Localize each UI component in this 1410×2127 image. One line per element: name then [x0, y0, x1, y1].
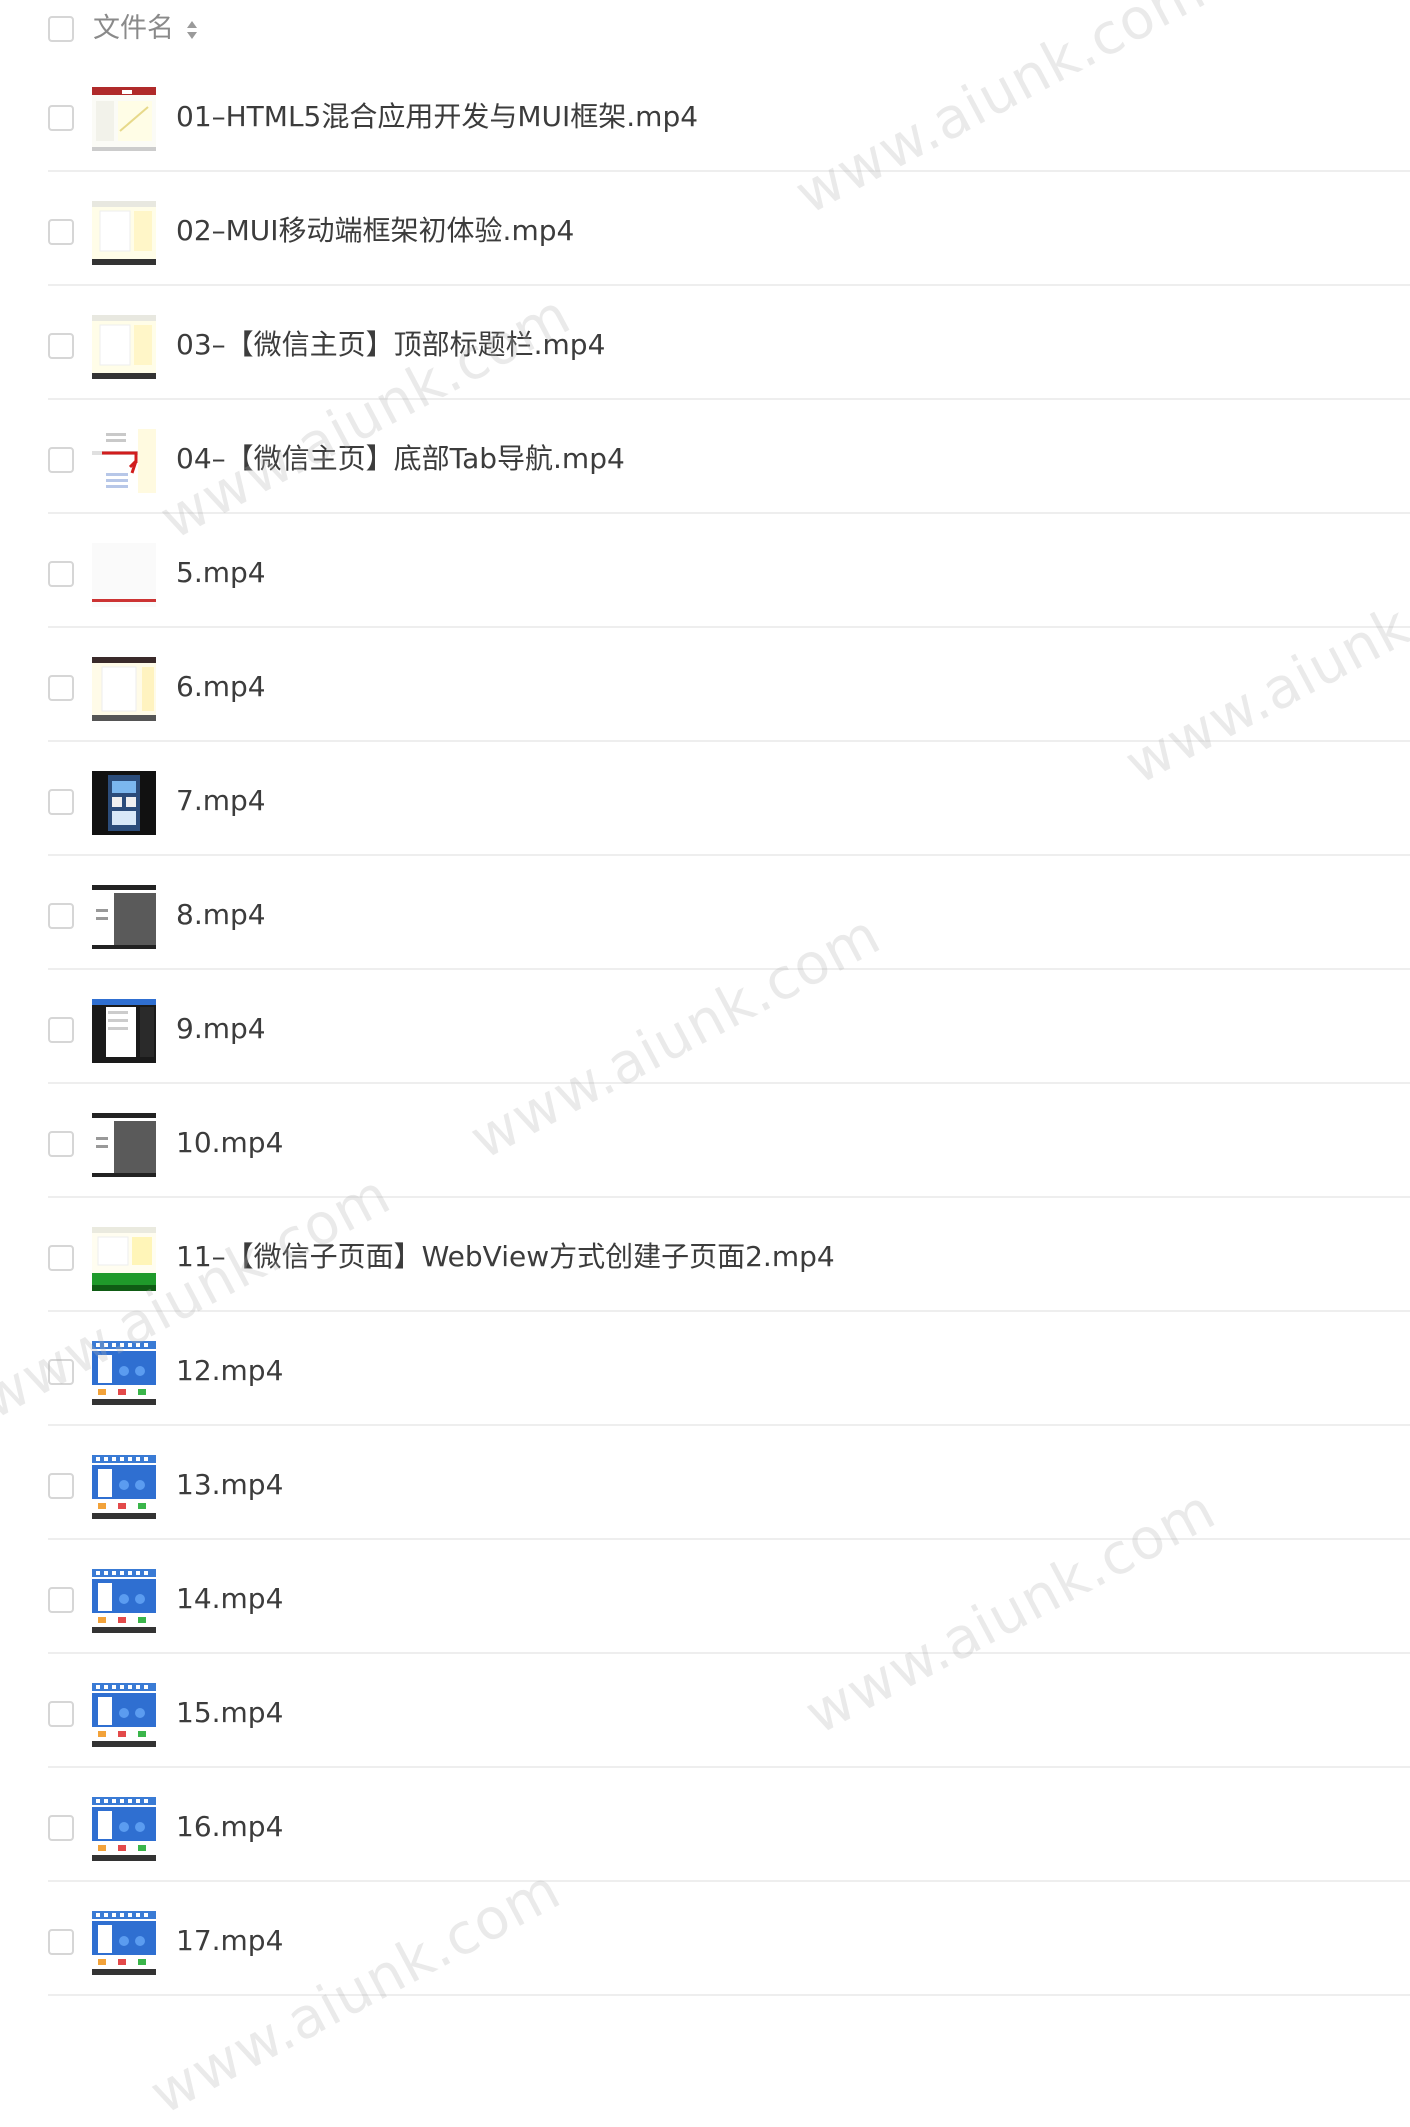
file-row[interactable]: 12.mp4 [48, 1312, 1410, 1426]
file-row[interactable]: 17.mp4 [48, 1882, 1410, 1996]
file-name[interactable]: 13.mp4 [176, 1467, 283, 1503]
file-name[interactable]: 12.mp4 [176, 1353, 283, 1389]
video-thumbnail[interactable] [92, 315, 156, 379]
file-checkbox[interactable] [48, 789, 74, 815]
file-name[interactable]: 10.mp4 [176, 1125, 283, 1161]
video-thumbnail[interactable] [92, 1911, 156, 1975]
file-name[interactable]: 9.mp4 [176, 1011, 266, 1047]
file-row[interactable]: 11–【微信子页面】WebView方式创建子页面2.mp4 [48, 1198, 1410, 1312]
file-name[interactable]: 16.mp4 [176, 1809, 283, 1845]
video-thumbnail[interactable] [92, 1455, 156, 1519]
video-thumbnail[interactable] [92, 999, 156, 1063]
video-thumbnail[interactable] [92, 885, 156, 949]
file-name[interactable]: 03–【微信主页】顶部标题栏.mp4 [176, 327, 605, 363]
list-header: 文件名 [0, 0, 1410, 58]
file-row[interactable]: 6.mp4 [48, 628, 1410, 742]
video-thumbnail[interactable] [92, 87, 156, 151]
file-list: 文件名 01–HTML5混合应用开发与MUI框架.mp4 02–MUI移动端框架初… [0, 0, 1410, 1996]
file-row[interactable]: 7.mp4 [48, 742, 1410, 856]
file-checkbox[interactable] [48, 447, 74, 473]
file-row[interactable]: 13.mp4 [48, 1426, 1410, 1540]
video-thumbnail[interactable] [92, 1113, 156, 1177]
file-name[interactable]: 7.mp4 [176, 783, 266, 819]
file-checkbox[interactable] [48, 1359, 74, 1385]
file-checkbox[interactable] [48, 1245, 74, 1271]
column-header-filename[interactable]: 文件名 [93, 11, 174, 47]
file-name[interactable]: 01–HTML5混合应用开发与MUI框架.mp4 [176, 99, 698, 135]
sort-icon[interactable] [185, 18, 199, 42]
video-thumbnail[interactable] [92, 201, 156, 265]
file-row[interactable]: 02–MUI移动端框架初体验.mp4 [48, 172, 1410, 286]
file-row[interactable]: 16.mp4 [48, 1768, 1410, 1882]
file-checkbox[interactable] [48, 561, 74, 587]
file-checkbox[interactable] [48, 333, 74, 359]
file-checkbox[interactable] [48, 903, 74, 929]
file-rows: 01–HTML5混合应用开发与MUI框架.mp4 02–MUI移动端框架初体验.m… [0, 58, 1410, 1996]
file-row[interactable]: 14.mp4 [48, 1540, 1410, 1654]
file-name[interactable]: 17.mp4 [176, 1923, 283, 1959]
file-name[interactable]: 6.mp4 [176, 669, 266, 705]
video-thumbnail[interactable] [92, 1797, 156, 1861]
file-row[interactable]: 04–【微信主页】底部Tab导航.mp4 [48, 400, 1410, 514]
video-thumbnail[interactable] [92, 1569, 156, 1633]
file-row[interactable]: 03–【微信主页】顶部标题栏.mp4 [48, 286, 1410, 400]
video-thumbnail[interactable] [92, 1341, 156, 1405]
video-thumbnail[interactable] [92, 1683, 156, 1747]
file-name[interactable]: 11–【微信子页面】WebView方式创建子页面2.mp4 [176, 1239, 835, 1275]
video-thumbnail[interactable] [92, 429, 156, 493]
file-checkbox[interactable] [48, 1587, 74, 1613]
file-name[interactable]: 04–【微信主页】底部Tab导航.mp4 [176, 441, 625, 477]
file-row[interactable]: 10.mp4 [48, 1084, 1410, 1198]
video-thumbnail[interactable] [92, 1227, 156, 1291]
file-checkbox[interactable] [48, 105, 74, 131]
select-all-checkbox[interactable] [48, 16, 74, 42]
file-checkbox[interactable] [48, 1929, 74, 1955]
file-checkbox[interactable] [48, 1473, 74, 1499]
file-checkbox[interactable] [48, 675, 74, 701]
video-thumbnail[interactable] [92, 657, 156, 721]
file-name[interactable]: 15.mp4 [176, 1695, 283, 1731]
file-name[interactable]: 02–MUI移动端框架初体验.mp4 [176, 213, 574, 249]
video-thumbnail[interactable] [92, 771, 156, 835]
file-name[interactable]: 8.mp4 [176, 897, 266, 933]
file-name[interactable]: 5.mp4 [176, 555, 266, 591]
file-checkbox[interactable] [48, 1131, 74, 1157]
file-checkbox[interactable] [48, 1017, 74, 1043]
file-row[interactable]: 01–HTML5混合应用开发与MUI框架.mp4 [48, 58, 1410, 172]
video-thumbnail[interactable] [92, 543, 156, 607]
file-checkbox[interactable] [48, 1815, 74, 1841]
file-checkbox[interactable] [48, 219, 74, 245]
file-row[interactable]: 15.mp4 [48, 1654, 1410, 1768]
file-checkbox[interactable] [48, 1701, 74, 1727]
file-row[interactable]: 8.mp4 [48, 856, 1410, 970]
file-name[interactable]: 14.mp4 [176, 1581, 283, 1617]
file-row[interactable]: 9.mp4 [48, 970, 1410, 1084]
file-row[interactable]: 5.mp4 [48, 514, 1410, 628]
